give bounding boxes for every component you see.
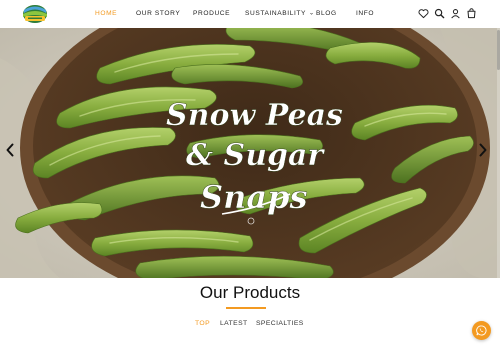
tab-top[interactable]: TOP	[195, 320, 210, 327]
search-icon[interactable]	[434, 8, 445, 19]
brand-logo[interactable]	[22, 4, 48, 24]
cart-icon[interactable]	[466, 8, 477, 19]
tab-latest[interactable]: LATEST	[220, 320, 248, 327]
nav-info-label: INFO	[356, 10, 375, 17]
chevron-right-icon[interactable]	[477, 142, 489, 158]
nav-sustainability[interactable]: SUSTAINABILITY ⌄	[245, 0, 315, 28]
products-heading: Our Products	[199, 283, 301, 302]
nav-home[interactable]: HOME	[95, 0, 117, 28]
tab-specialties[interactable]: SPECIALTIES	[256, 320, 304, 327]
slide-indicator[interactable]	[247, 217, 255, 225]
nav-sustainability-label: SUSTAINABILITY	[245, 10, 307, 17]
hero-title-line1: Snow Peas	[166, 98, 343, 133]
nav-info[interactable]: INFO	[356, 0, 374, 28]
nav-produce[interactable]: PRODUCE	[193, 0, 230, 28]
nav-our-story-label: OUR STORY	[136, 10, 181, 17]
whatsapp-icon	[476, 325, 487, 336]
nav-produce-label: PRODUCE	[193, 10, 231, 17]
hero-slider: Snow Peas & Sugar Snaps	[0, 28, 500, 278]
nav-home-label: HOME	[95, 10, 118, 17]
nav-our-story[interactable]: OUR STORY	[136, 0, 180, 28]
hero-title-line3: Snaps	[200, 178, 308, 216]
site-header: HOME OUR STORY PRODUCE SUSTAINABILITY ⌄ B…	[0, 0, 500, 28]
chevron-down-icon: ⌄	[309, 10, 315, 17]
hero-title: Snow Peas & Sugar Snaps	[166, 98, 343, 225]
whatsapp-button[interactable]	[472, 321, 491, 340]
hero-title-line2: & Sugar	[186, 138, 325, 173]
nav-blog[interactable]: BLOG	[316, 0, 337, 28]
heart-icon[interactable]	[418, 8, 429, 19]
user-icon[interactable]	[450, 8, 461, 19]
nav-blog-label: BLOG	[316, 10, 337, 17]
heading-underline	[226, 307, 266, 309]
chevron-left-icon[interactable]	[4, 142, 16, 158]
